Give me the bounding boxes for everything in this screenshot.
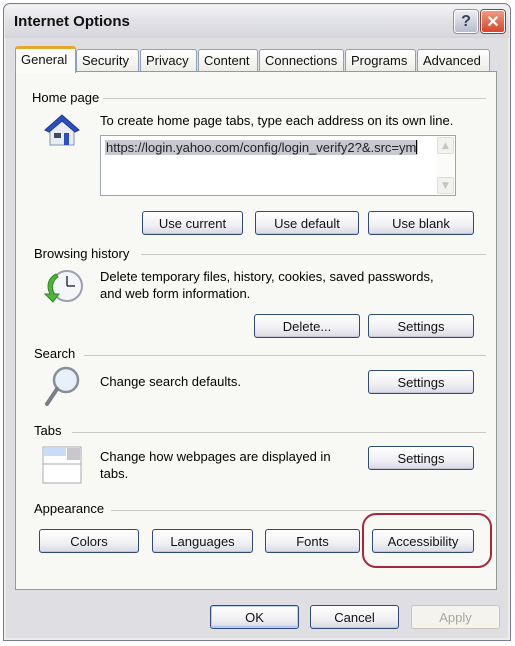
browsing-history-group-label: Browsing history xyxy=(34,246,130,261)
ok-button[interactable]: OK xyxy=(210,605,299,629)
use-current-button[interactable]: Use current xyxy=(142,211,243,235)
magnifier-icon xyxy=(45,366,80,406)
delete-history-button[interactable]: Delete... xyxy=(254,314,360,338)
cancel-button[interactable]: Cancel xyxy=(310,605,399,629)
tabs-divider xyxy=(72,432,486,433)
use-blank-button[interactable]: Use blank xyxy=(368,211,474,235)
search-description: Change search defaults. xyxy=(100,374,241,389)
url-scrollbar[interactable]: ▲ ▼ xyxy=(437,137,454,194)
appearance-divider xyxy=(111,510,486,511)
tabs-description-line2: tabs. xyxy=(100,466,129,481)
appearance-group-label: Appearance xyxy=(34,501,105,516)
tab-security[interactable]: Security xyxy=(76,49,139,72)
search-group-label: Search xyxy=(34,346,76,361)
scroll-down-icon[interactable]: ▼ xyxy=(437,177,454,194)
browsing-history-settings-button[interactable]: Settings xyxy=(368,314,474,338)
close-button[interactable]: ✕ xyxy=(481,10,505,33)
search-settings-button[interactable]: Settings xyxy=(368,370,474,394)
window-title: Internet Options xyxy=(14,13,130,30)
tab-privacy[interactable]: Privacy xyxy=(140,49,197,72)
help-button[interactable]: ? xyxy=(454,10,478,33)
general-tab-panel: Home page To create home page tabs, type… xyxy=(15,71,497,590)
tab-general[interactable]: General xyxy=(15,46,76,73)
tab-programs[interactable]: Programs xyxy=(345,49,416,72)
search-divider xyxy=(84,355,486,356)
browsing-history-description-line1: Delete temporary files, history, cookies… xyxy=(100,269,434,284)
accessibility-button[interactable]: Accessibility xyxy=(372,529,474,553)
title-bar[interactable]: Internet Options ? ✕ xyxy=(5,5,509,38)
languages-button[interactable]: Languages xyxy=(152,529,253,553)
home-page-url-value: https://login.yahoo.com/config/login_ver… xyxy=(105,140,419,155)
tabs-settings-button[interactable]: Settings xyxy=(368,446,474,470)
tab-advanced[interactable]: Advanced xyxy=(417,49,490,72)
home-page-group-label: Home page xyxy=(32,90,100,105)
home-page-description: To create home page tabs, type each addr… xyxy=(100,113,454,128)
browsing-history-divider xyxy=(141,254,486,255)
tabs-description-line1: Change how webpages are displayed in xyxy=(100,449,331,464)
close-icon: ✕ xyxy=(486,13,500,31)
use-default-button[interactable]: Use default xyxy=(255,211,359,235)
home-page-divider xyxy=(103,98,486,99)
colors-button[interactable]: Colors xyxy=(39,529,139,553)
tabs-group-label: Tabs xyxy=(34,423,62,438)
tab-content[interactable]: Content xyxy=(198,49,258,72)
home-page-url-textarea[interactable]: https://login.yahoo.com/config/login_ver… xyxy=(100,135,456,196)
fonts-button[interactable]: Fonts xyxy=(265,529,360,553)
house-icon xyxy=(44,114,80,146)
tab-connections[interactable]: Connections xyxy=(259,49,344,72)
tabs-window-icon xyxy=(42,446,82,484)
history-clock-icon xyxy=(43,270,83,303)
help-icon: ? xyxy=(461,12,471,30)
browsing-history-description-line2: and web form information. xyxy=(100,286,251,301)
apply-button[interactable]: Apply xyxy=(411,605,500,629)
scroll-up-icon[interactable]: ▲ xyxy=(437,137,454,154)
